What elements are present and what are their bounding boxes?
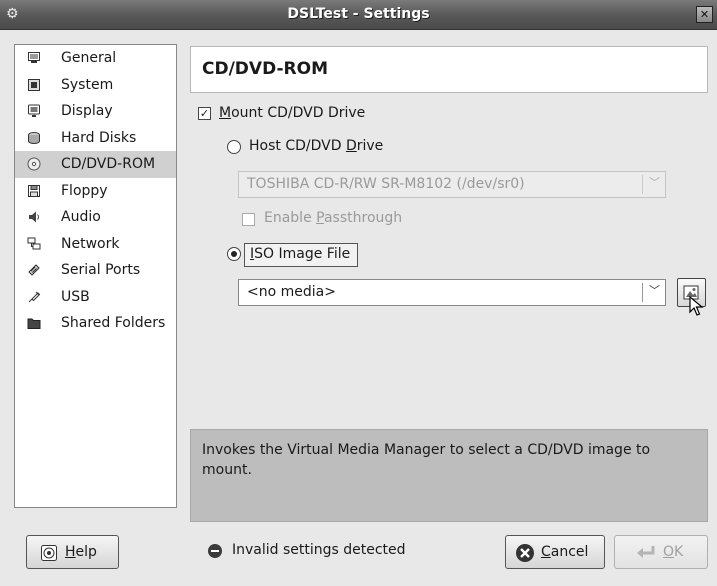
page-title: CD/DVD-ROM [202,59,329,79]
sidebar-item-label: Audio [61,209,101,225]
speaker-icon [27,210,41,224]
display-icon [27,104,41,118]
sidebar-item-label: CD/DVD-ROM [61,156,156,172]
serial-port-icon [27,263,41,277]
folder-icon [27,316,41,330]
sidebar-item-shared-folders[interactable]: Shared Folders [15,310,176,337]
iso-image-radio[interactable] [227,247,241,261]
monitor-icon [27,51,41,65]
sidebar-item-network[interactable]: Network [15,231,176,258]
sidebar-item-general[interactable]: General [15,45,176,72]
sidebar-item-floppy[interactable]: Floppy [15,178,176,205]
sidebar-item-usb[interactable]: USB [15,284,176,311]
help-icon [40,544,58,566]
sidebar-item-system[interactable]: System [15,72,176,99]
passthrough-label[interactable]: Enable Passthrough [264,210,402,226]
description-text: Invokes the Virtual Media Manager to sel… [202,442,651,478]
sidebar-item-label: Serial Ports [61,262,141,278]
close-button[interactable]: ✕ [696,6,713,23]
mount-drive-checkbox[interactable]: ✓ [198,107,211,120]
page-header: CD/DVD-ROM [190,46,708,93]
sidebar-item-label: Network [61,235,120,252]
iso-image-label[interactable]: ISO Image File [250,246,350,262]
chevron-down-icon: ﹀ [649,176,660,189]
sidebar-item-label: General [61,50,117,66]
sidebar-item-label: Floppy [61,182,108,199]
return-arrow-icon [635,544,657,566]
chip-icon [27,78,41,92]
passthrough-checkbox[interactable] [242,213,255,226]
sidebar-item-display[interactable]: Display [15,98,176,125]
help-button[interactable]: Help [26,535,119,569]
usb-icon [27,290,41,304]
cd-icon [27,157,41,171]
window-title: DSLTest - Settings [287,6,430,22]
sidebar-item-cd-dvd-rom[interactable]: CD/DVD-ROM [15,151,176,178]
warning-status-icon [208,544,222,558]
sidebar-item-hard-disks[interactable]: Hard Disks [15,125,176,152]
iso-image-select[interactable]: <no media> ﹀ [238,279,666,306]
hard-disk-icon [27,131,41,145]
sidebar-item-label: System [61,76,114,93]
host-drive-label[interactable]: Host CD/DVD Drive [249,138,383,154]
chevron-down-icon: ﹀ [649,284,660,297]
sidebar-item-label: Shared Folders [61,315,166,331]
sidebar-item-serial-ports[interactable]: Serial Ports [15,257,176,284]
sidebar-item-audio[interactable]: Audio [15,204,176,231]
settings-sidebar: General System Display Hard Disks CD/DVD… [14,44,177,508]
network-icon [27,237,41,251]
cancel-button[interactable]: Cancel [505,535,605,569]
host-drive-select[interactable]: TOSHIBA CD-R/RW SR-M8102 (/dev/sr0) ﹀ [238,171,666,198]
floppy-icon [27,184,41,198]
sidebar-item-label: USB [61,288,90,305]
mouse-cursor-icon [689,296,704,316]
cancel-icon [515,543,535,567]
sidebar-item-label: Display [61,103,113,119]
description-panel: Invokes the Virtual Media Manager to sel… [190,429,708,522]
checkmark-icon: ✓ [199,107,210,120]
sidebar-item-label: Hard Disks [61,129,137,146]
title-bar: ⚙ DSLTest - Settings ✕ [0,0,717,30]
ok-button[interactable]: OK [614,535,708,569]
status-text: Invalid settings detected [232,542,406,558]
host-drive-radio[interactable] [227,140,241,154]
mount-drive-label[interactable]: Mount CD/DVD Drive [219,105,365,121]
